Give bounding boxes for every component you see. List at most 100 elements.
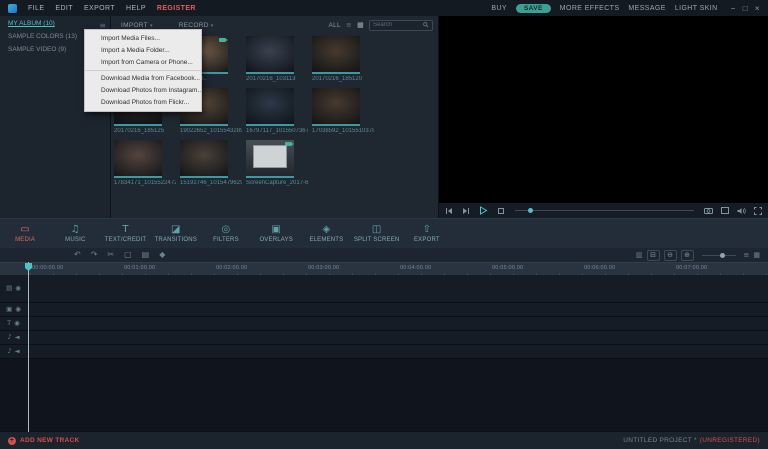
more-effects-button[interactable]: MORE EFFECTS (560, 5, 620, 12)
zoom-fit-button[interactable]: ⊟ (646, 249, 660, 261)
timeline-zoom-slider[interactable] (701, 252, 736, 258)
search-input[interactable] (373, 22, 423, 28)
light-skin-button[interactable]: LIGHT SKIN (675, 5, 718, 12)
tab-icon: ♫ (70, 224, 80, 235)
close-button[interactable]: × (755, 4, 760, 13)
zoom-out-button[interactable]: ⊖ (663, 249, 677, 261)
tab-transitions[interactable]: ◪ TRANSITIONS (151, 219, 201, 249)
media-thumbnail (246, 88, 294, 126)
tab-label: FILTERS (213, 237, 239, 243)
plus-icon: + (8, 436, 16, 445)
track-toggle-icon[interactable]: ◄ (15, 334, 20, 341)
tab-overlays[interactable]: ▣ OVERLAYS (251, 219, 301, 249)
preview-seek-slider[interactable] (515, 208, 694, 213)
tab-icon: ◪ (170, 224, 181, 235)
timeline-tracks[interactable]: ▤ ◉ ▣ ◉ T ◉ ♪ ◄ ♪ ◄ (0, 275, 768, 432)
track-type-icon: ♪ (7, 347, 12, 355)
list-view-icon[interactable]: ≡ (346, 21, 352, 29)
media-item[interactable]: ScreenCapture_2017-6-2.. (246, 140, 308, 192)
tab-text-credit[interactable]: T TEXT/CREDIT (100, 219, 150, 249)
next-frame-button[interactable] (462, 207, 470, 215)
track-toggle-icon[interactable]: ◉ (15, 306, 21, 313)
menu-export[interactable]: EXPORT (84, 5, 115, 12)
track-toggle-icon[interactable]: ◉ (15, 285, 21, 292)
tab-media[interactable]: ▭ MEDIA (0, 219, 50, 249)
timeline-display-icon[interactable]: ▦ (753, 251, 760, 259)
media-filename: 17834171_1015522472.. (114, 180, 176, 186)
toolbar-icon-split[interactable]: ✂ (107, 251, 114, 259)
tab-icon: ▭ (20, 224, 30, 235)
menu-help[interactable]: HELP (126, 5, 146, 12)
preview-panel (438, 16, 768, 218)
save-button[interactable]: SAVE (515, 3, 551, 13)
media-filename: 20170216_103113 (246, 76, 296, 82)
tab-label: SPLIT SCREEN (353, 237, 400, 243)
toolbar-icon-delete[interactable]: ▤ (142, 251, 150, 259)
track-pip-track[interactable]: ▣ ◉ (0, 303, 768, 317)
fit-screen-icon[interactable] (721, 207, 729, 214)
previous-frame-button[interactable] (445, 207, 453, 215)
media-item[interactable]: 20170216_103113 (246, 36, 308, 88)
toolbar-icon-marker[interactable]: ◆ (159, 251, 165, 259)
media-thumbnail (312, 88, 360, 126)
minimize-button[interactable]: − (731, 4, 736, 13)
message-button[interactable]: MESSAGE (628, 5, 665, 12)
record-menu-button[interactable]: RECORD ▾ (179, 22, 214, 29)
zoom-in-button[interactable]: ⊕ (680, 249, 694, 261)
toolbar-icon-undo[interactable]: ↶ (74, 251, 81, 259)
tab-label: ELEMENTS (309, 237, 344, 243)
media-item[interactable]: 17834171_1015522472.. (114, 140, 176, 192)
toolbar-icon-crop[interactable]: ▢ (124, 251, 132, 259)
tab-filters[interactable]: ◎ FILTERS (201, 219, 251, 249)
media-thumbnail (312, 36, 360, 74)
track-text-track[interactable]: T ◉ (0, 317, 768, 331)
playhead-line (28, 262, 29, 432)
menu-register[interactable]: REGISTER (157, 5, 196, 12)
menu-item-download-photos-instagram[interactable]: Download Photos from Instagram... (85, 85, 201, 97)
menu-file[interactable]: FILE (28, 5, 44, 12)
volume-icon[interactable] (737, 207, 746, 215)
track-music-track[interactable]: ♪ ◄ (0, 331, 768, 345)
mixer-icon[interactable]: ▥ (636, 251, 643, 259)
tab-music[interactable]: ♫ MUSIC (50, 219, 100, 249)
menu-item-import-from-camera-or-phone[interactable]: Import from Camera or Phone... (85, 56, 201, 68)
tab-elements[interactable]: ◈ ELEMENTS (301, 219, 351, 249)
media-item[interactable]: 20170216_185120 (312, 36, 374, 88)
buy-button[interactable]: BUY (491, 5, 507, 12)
filter-all-button[interactable]: ALL (328, 22, 340, 29)
stop-button[interactable] (497, 207, 505, 215)
menu-item-import-media-folder[interactable]: Import a Media Folder... (85, 44, 201, 56)
zoom-slider-handle[interactable] (720, 252, 726, 258)
menu-item-download-photos-flickr[interactable]: Download Photos from Flickr... (85, 97, 201, 109)
sidebar-item-my-album[interactable]: MY ALBUM (10) (0, 16, 110, 29)
search-box[interactable] (369, 19, 433, 31)
fullscreen-icon[interactable] (754, 206, 762, 215)
media-item[interactable]: 16797117_1015507367.. (246, 88, 308, 140)
toolbar-icon-redo[interactable]: ↷ (91, 251, 98, 259)
timeline-ruler[interactable]: 00:00:00.00 00:01:00.00 00:02:00.00 00:0… (0, 262, 768, 276)
import-menu-button[interactable]: IMPORT ▾ (121, 22, 153, 29)
track-toggle-icon[interactable]: ◄ (15, 348, 20, 355)
track-voice-track[interactable]: ♪ ◄ (0, 345, 768, 359)
media-filename: 20170216_185120 (312, 76, 363, 82)
add-new-track-button[interactable]: + ADD NEW TRACK (8, 436, 80, 445)
media-item[interactable]: 17038592_1015510378.. (312, 88, 374, 140)
media-thumbnail (114, 140, 162, 178)
menu-item-download-media-facebook[interactable]: Download Media from Facebook... (85, 70, 201, 85)
snapshot-camera-icon[interactable] (704, 207, 713, 214)
media-filename: 17038592_1015510378.. (312, 128, 374, 134)
grid-view-icon[interactable]: ▦ (357, 21, 364, 29)
track-height-icon[interactable]: ≡ (744, 251, 750, 259)
media-thumbnail (246, 36, 294, 74)
menu-edit[interactable]: EDIT (55, 5, 73, 12)
media-item[interactable]: 15192746_1015479629.. (180, 140, 242, 192)
seek-handle[interactable] (527, 208, 533, 213)
play-button[interactable] (479, 206, 488, 215)
media-filename: 20170216_185125 (114, 128, 165, 134)
tab-split-screen[interactable]: ◫ SPLIT SCREEN (352, 219, 402, 249)
maximize-button[interactable]: □ (743, 4, 748, 13)
tab-export[interactable]: ⇧ EXPORT (402, 219, 452, 249)
menu-item-import-media-files[interactable]: Import Media Files... (85, 32, 201, 44)
track-video-track[interactable]: ▤ ◉ (0, 275, 768, 303)
track-toggle-icon[interactable]: ◉ (14, 320, 20, 327)
